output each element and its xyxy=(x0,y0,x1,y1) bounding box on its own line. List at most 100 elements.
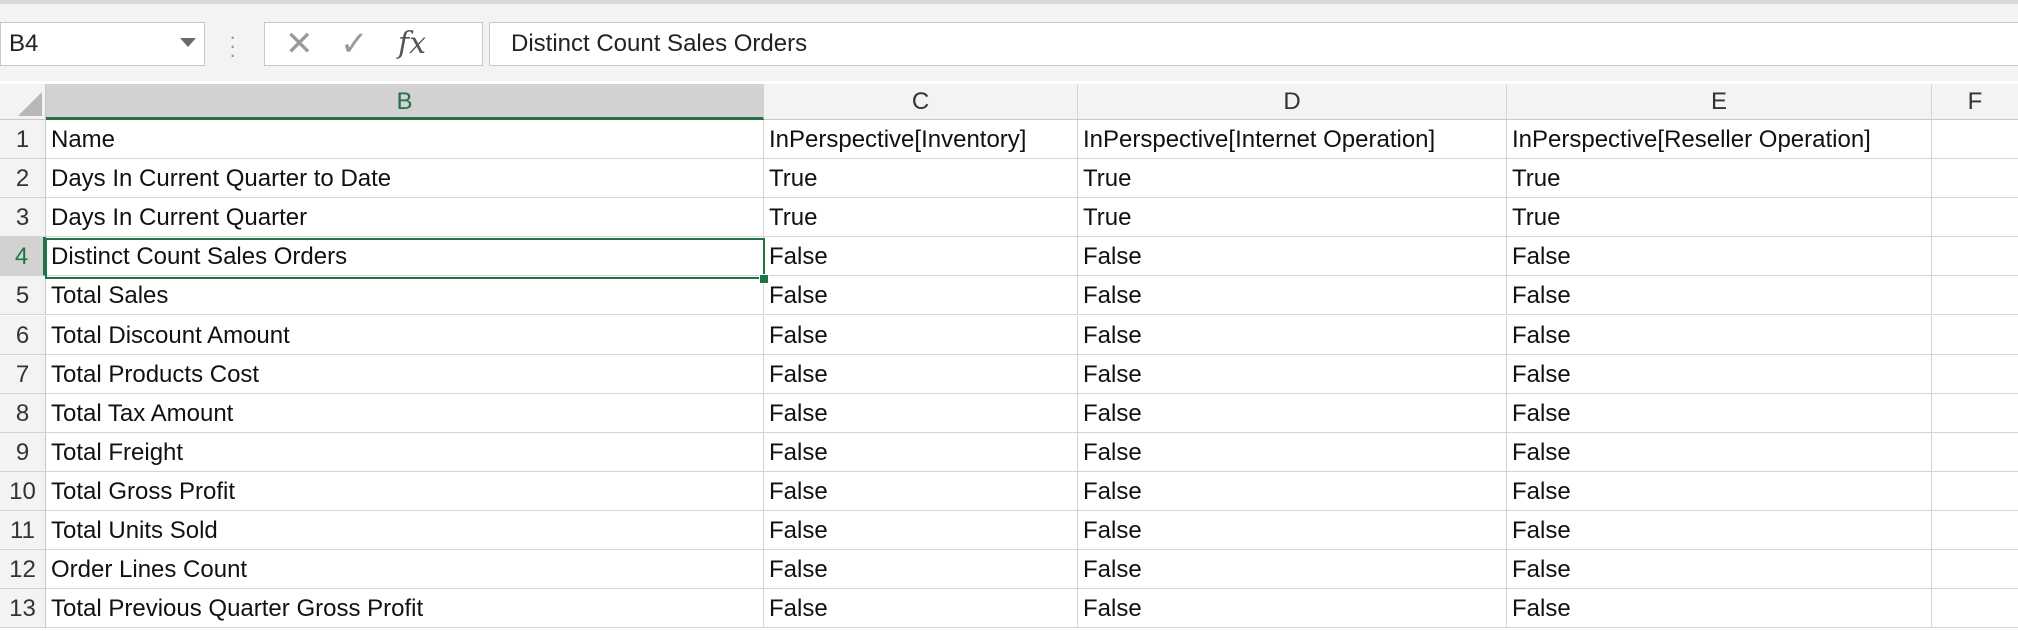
cell-e[interactable]: InPerspective[Reseller Operation] xyxy=(1507,120,1932,159)
cell-c[interactable]: False xyxy=(764,471,1078,511)
cell-e[interactable]: False xyxy=(1507,315,1932,355)
cell-f[interactable] xyxy=(1932,237,2018,277)
cell-d[interactable]: True xyxy=(1078,159,1507,199)
cell-b[interactable]: Name xyxy=(46,120,764,159)
cell-e[interactable]: False xyxy=(1507,432,1932,472)
cell-f[interactable] xyxy=(1932,472,2018,511)
cell-f[interactable] xyxy=(1932,276,2018,316)
cell-e[interactable]: True xyxy=(1507,159,1932,199)
cell-e[interactable]: False xyxy=(1507,471,1932,511)
cell-c[interactable]: False xyxy=(764,237,1078,277)
cell-e[interactable]: False xyxy=(1507,589,1932,629)
cell-b[interactable]: Total Freight xyxy=(46,432,764,472)
fx-icon[interactable]: fx xyxy=(398,23,426,65)
cell-e[interactable]: True xyxy=(1507,198,1932,238)
row-header[interactable]: 8 xyxy=(0,393,46,433)
cell-b[interactable]: Total Gross Profit xyxy=(46,471,764,511)
cell-f[interactable] xyxy=(1932,120,2018,159)
more-options-icon[interactable]: · · · xyxy=(229,26,236,66)
cell-e[interactable]: False xyxy=(1507,393,1932,433)
cell-d[interactable]: False xyxy=(1078,315,1507,355)
cell-c[interactable]: False xyxy=(764,315,1078,355)
cell-b[interactable]: Days In Current Quarter to Date xyxy=(46,159,764,199)
cell-b[interactable]: Distinct Count Sales Orders xyxy=(46,237,764,277)
name-box-value[interactable]: B4 xyxy=(9,23,38,65)
column-header-c[interactable]: C xyxy=(764,84,1078,120)
table-row: 7 Total Products Cost False False False xyxy=(0,354,2018,394)
cell-d[interactable]: InPerspective[Internet Operation] xyxy=(1078,120,1507,159)
close-icon[interactable]: ✕ xyxy=(285,23,314,65)
cell-c[interactable]: True xyxy=(764,159,1078,199)
cell-d[interactable]: False xyxy=(1078,550,1507,590)
column-header-d[interactable]: D xyxy=(1078,84,1507,120)
select-all-button[interactable] xyxy=(0,84,46,120)
row-header[interactable]: 5 xyxy=(0,276,46,316)
cell-f[interactable] xyxy=(1932,550,2018,590)
cell-c[interactable]: False xyxy=(764,354,1078,394)
cell-d[interactable]: False xyxy=(1078,471,1507,511)
cell-c[interactable]: False xyxy=(764,511,1078,550)
cell-c[interactable]: True xyxy=(764,198,1078,238)
cell-d[interactable]: False xyxy=(1078,393,1507,433)
cell-c[interactable]: False xyxy=(764,276,1078,316)
row-header[interactable]: 11 xyxy=(0,511,46,550)
cell-b[interactable]: Total Units Sold xyxy=(46,511,764,550)
cell-f[interactable] xyxy=(1932,316,2018,355)
row-header[interactable]: 4 xyxy=(0,237,46,277)
cell-d[interactable]: False xyxy=(1078,511,1507,550)
table-row: 3 Days In Current Quarter True True True xyxy=(0,198,2018,238)
cell-c[interactable]: InPerspective[Inventory] xyxy=(764,120,1078,159)
cell-c[interactable]: False xyxy=(764,393,1078,433)
column-header-e[interactable]: E xyxy=(1507,84,1932,120)
row-header[interactable]: 7 xyxy=(0,354,46,394)
table-row: 12 Order Lines Count False False False xyxy=(0,550,2018,590)
cell-f[interactable] xyxy=(1932,433,2018,472)
row-header[interactable]: 6 xyxy=(0,315,46,355)
cell-b[interactable]: Total Discount Amount xyxy=(46,315,764,355)
table-row: 9 Total Freight False False False xyxy=(0,432,2018,472)
row-header[interactable]: 13 xyxy=(0,589,46,629)
cell-c[interactable]: False xyxy=(764,432,1078,472)
cell-f[interactable] xyxy=(1932,394,2018,433)
cell-b[interactable]: Total Previous Quarter Gross Profit xyxy=(46,589,764,629)
cell-e[interactable]: False xyxy=(1507,511,1932,550)
cell-b[interactable]: Total Sales xyxy=(46,276,764,316)
cell-d[interactable]: True xyxy=(1078,198,1507,238)
cell-c[interactable]: False xyxy=(764,550,1078,590)
cell-e[interactable]: False xyxy=(1507,354,1932,394)
cell-e[interactable]: False xyxy=(1507,237,1932,277)
cell-f[interactable] xyxy=(1932,355,2018,394)
formula-input[interactable]: Distinct Count Sales Orders xyxy=(489,22,2018,66)
cell-b[interactable]: Order Lines Count xyxy=(46,550,764,590)
cell-f[interactable] xyxy=(1932,198,2018,238)
name-box[interactable]: B4 xyxy=(0,22,205,66)
cell-b[interactable]: Total Tax Amount xyxy=(46,393,764,433)
row-header[interactable]: 3 xyxy=(0,198,46,238)
cell-d[interactable]: False xyxy=(1078,276,1507,316)
row-header[interactable]: 2 xyxy=(0,159,46,199)
cell-e[interactable]: False xyxy=(1507,276,1932,316)
formula-content[interactable]: Distinct Count Sales Orders xyxy=(511,23,807,65)
cell-d[interactable]: False xyxy=(1078,237,1507,277)
table-row: 1 Name InPerspective[Inventory] InPerspecti… xyxy=(0,120,2018,159)
row-header[interactable]: 12 xyxy=(0,550,46,590)
chevron-down-icon[interactable] xyxy=(180,38,196,47)
cell-f[interactable] xyxy=(1932,589,2018,629)
row-header[interactable]: 1 xyxy=(0,120,46,159)
row-header[interactable]: 10 xyxy=(0,471,46,511)
cell-f[interactable] xyxy=(1932,511,2018,550)
column-header-f[interactable]: F xyxy=(1932,84,2018,120)
cell-d[interactable]: False xyxy=(1078,432,1507,472)
cell-c[interactable]: False xyxy=(764,589,1078,629)
column-header-b[interactable]: B xyxy=(46,84,764,120)
cell-b[interactable]: Days In Current Quarter xyxy=(46,198,764,238)
check-icon[interactable]: ✓ xyxy=(340,23,369,65)
row-header[interactable]: 9 xyxy=(0,432,46,472)
cell-d[interactable]: False xyxy=(1078,589,1507,629)
cell-b[interactable]: Total Products Cost xyxy=(46,354,764,394)
cell-e[interactable]: False xyxy=(1507,550,1932,590)
cell-f[interactable] xyxy=(1932,159,2018,199)
fill-handle[interactable] xyxy=(759,274,769,284)
table-row: 13 Total Previous Quarter Gross Profit Fal… xyxy=(0,589,2018,629)
cell-d[interactable]: False xyxy=(1078,354,1507,394)
